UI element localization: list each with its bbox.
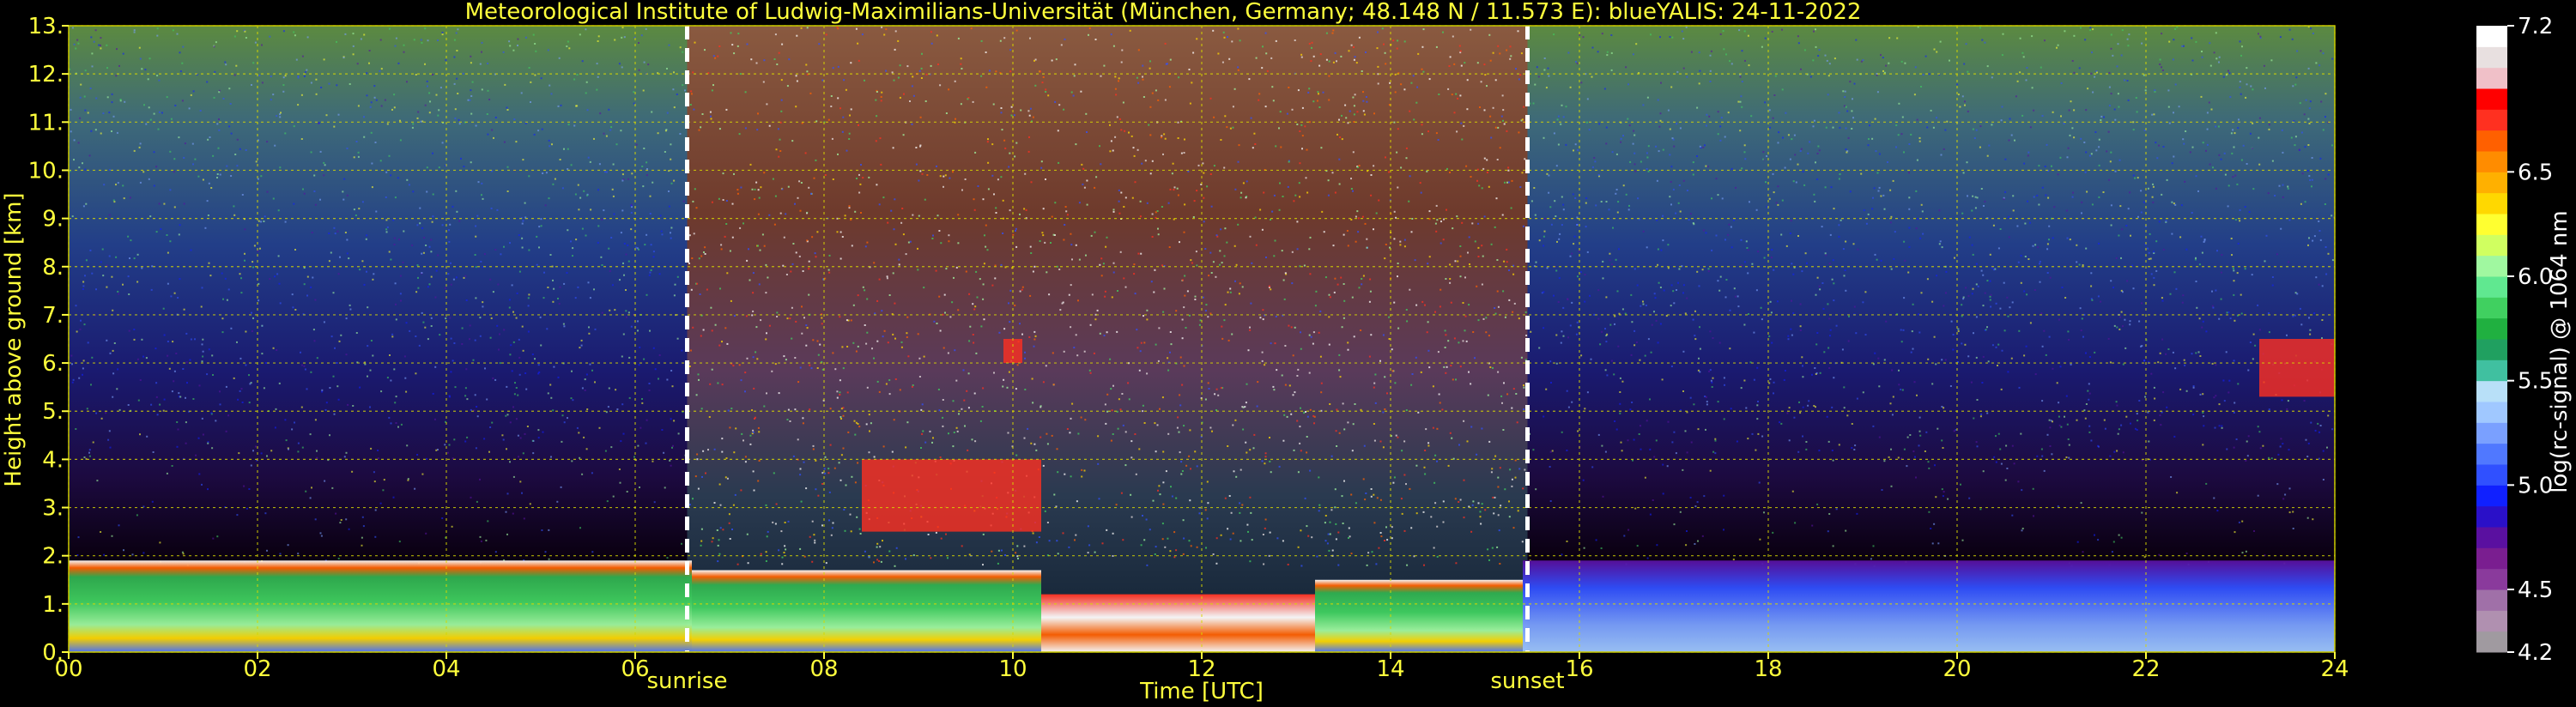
y-axis-label: Height above ground [km] <box>1 192 27 486</box>
y-tick-label: 12. <box>28 62 64 88</box>
chart-svg: sunrise sunset 00 02 04 06 08 10 12 14 16 18 20 22 24… <box>1 0 2573 704</box>
y-tick-label: 5. <box>42 399 64 425</box>
colorbar-segment <box>2476 631 2507 653</box>
colorbar-tick-label: 6.5 <box>2518 160 2553 185</box>
x-tick-label: 06 <box>621 656 649 682</box>
y-tick-label: 2. <box>42 544 64 570</box>
colorbar-segment <box>2476 109 2507 131</box>
colorbar-segment <box>2476 26 2507 47</box>
chart-title: Meteorological Institute of Ludwig-Maxim… <box>465 0 1862 25</box>
x-tick-label: 16 <box>1565 656 1593 682</box>
layer-boundary-layer <box>1315 579 1523 652</box>
colorbar-segment <box>2476 151 2507 172</box>
event-label-sunrise: sunrise <box>647 668 728 694</box>
colorbar-segment <box>2476 317 2507 340</box>
daytime-background <box>687 26 1528 652</box>
x-tick-label: 18 <box>1754 656 1782 682</box>
x-tick-label: 10 <box>998 656 1027 682</box>
y-tick-label: 1. <box>42 592 64 618</box>
colorbar-segment <box>2476 276 2507 298</box>
colorbar-segment <box>2476 339 2507 360</box>
colorbar-segment <box>2476 485 2507 507</box>
layer-cloud <box>2259 339 2335 397</box>
y-tick-label: 0. <box>42 640 64 666</box>
colorbar-segment <box>2476 297 2507 319</box>
colorbar-segment <box>2476 402 2507 423</box>
colorbar-segment <box>2476 589 2507 611</box>
colorbar-segment <box>2476 192 2507 215</box>
colorbar-segment <box>2476 67 2507 89</box>
y-tick-label: 7. <box>42 303 64 329</box>
x-tick-label: 20 <box>1943 656 1971 682</box>
x-tick-label: 04 <box>432 656 460 682</box>
colorbar-segment <box>2476 422 2507 444</box>
colorbar-segment <box>2476 505 2507 528</box>
layer-low-cloud <box>1041 594 1315 652</box>
colorbar-segment <box>2476 380 2507 402</box>
colorbar-segment <box>2476 172 2507 194</box>
colorbar-segment <box>2476 214 2507 235</box>
colorbar-segment <box>2476 234 2507 257</box>
colorbar-segment <box>2476 88 2507 110</box>
colorbar-label: log(rc-signal) @ 1064 nm <box>2547 210 2573 492</box>
x-tick-label: 02 <box>243 656 271 682</box>
layer-boundary-layer <box>69 560 692 652</box>
colorbar-segment <box>2476 255 2507 277</box>
layer-boundary-layer <box>692 570 1041 652</box>
y-tick-label: 11. <box>28 110 64 136</box>
colorbar-segment <box>2476 610 2507 632</box>
layer-cloud <box>862 459 1041 532</box>
colorbar-segment <box>2476 527 2507 548</box>
colorbar-tick-label: 4.2 <box>2518 640 2553 666</box>
colorbar-segment <box>2476 464 2507 486</box>
y-tick-label: 13. <box>28 14 64 39</box>
colorbar-segment <box>2476 547 2507 570</box>
y-tick-label: 9. <box>42 207 64 233</box>
y-tick-label: 6. <box>42 351 64 377</box>
colorbar-tick-label: 7.2 <box>2518 14 2553 39</box>
x-tick-label: 22 <box>2131 656 2160 682</box>
y-tick-label: 3. <box>42 496 64 522</box>
x-tick-label: 14 <box>1376 656 1404 682</box>
colorbar-segment <box>2476 443 2507 465</box>
y-tick-label: 10. <box>28 158 64 184</box>
y-tick-label: 8. <box>42 255 64 281</box>
lidar-quicklook: sunrise sunset 00 02 04 06 08 10 12 14 16 18 20 22 24… <box>0 0 2576 707</box>
event-label-sunset: sunset <box>1490 668 1564 694</box>
colorbar-segment <box>2476 360 2507 382</box>
y-tick-label: 4. <box>42 447 64 473</box>
x-axis-label: Time [UTC] <box>1139 679 1264 704</box>
colorbar-segment <box>2476 130 2507 152</box>
x-tick-label: 24 <box>2320 656 2349 682</box>
colorbar-segment <box>2476 46 2507 69</box>
colorbar-tick-label: 4.5 <box>2518 577 2553 603</box>
colorbar-segment <box>2476 568 2507 590</box>
layer-residual-layer <box>1523 560 2335 652</box>
x-tick-label: 08 <box>809 656 838 682</box>
